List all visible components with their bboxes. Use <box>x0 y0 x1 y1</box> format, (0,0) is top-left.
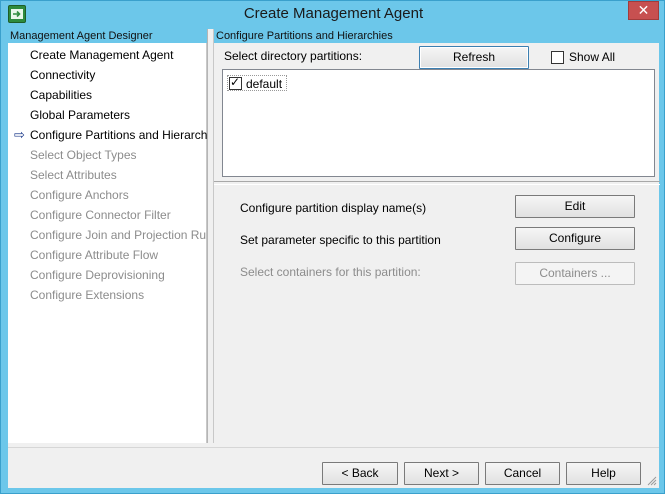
resize-grip-icon[interactable] <box>647 476 657 486</box>
step-item-label: Configure Partitions and Hierarchies <box>30 128 223 142</box>
show-all-checkbox[interactable] <box>551 51 564 64</box>
step-item-label: Configure Join and Projection Rules <box>30 228 222 242</box>
content-panel: Configure Partitions and Hierarchies Sel… <box>213 29 660 443</box>
dialog-window: Create Management Agent ✕ Management Age… <box>0 0 665 494</box>
wizard-footer: < Back Next > Cancel Help <box>8 447 659 488</box>
step-item-label: Capabilities <box>30 88 93 102</box>
cancel-button[interactable]: Cancel <box>485 462 560 485</box>
display-name-label: Configure partition display name(s) <box>240 201 427 215</box>
select-partitions-label: Select directory partitions: <box>224 49 363 63</box>
current-step-arrow-icon: ⇨ <box>14 127 25 142</box>
step-item: Configure Join and Projection Rules <box>8 225 221 245</box>
checkmark-icon: ✓ <box>230 75 241 89</box>
window-title: Create Management Agent <box>243 5 424 22</box>
step-item-label: Select Object Types <box>30 148 137 162</box>
step-item-label: Configure Connector Filter <box>30 208 171 222</box>
section-separator <box>214 181 660 185</box>
step-item: Configure Anchors <box>8 185 207 205</box>
show-all-label[interactable]: Show All <box>569 50 615 64</box>
content-panel-header: Configure Partitions and Hierarchies <box>214 29 660 43</box>
partition-parameter-label: Set parameter specific to this partition <box>240 233 441 247</box>
containers-label: Select containers for this partition: <box>240 265 421 279</box>
partition-checkbox[interactable]: ✓ <box>229 75 242 90</box>
back-button[interactable]: < Back <box>322 462 398 485</box>
close-button[interactable]: ✕ <box>628 1 659 20</box>
partition-item[interactable]: ✓ default <box>227 75 288 91</box>
refresh-button[interactable]: Refresh <box>419 46 529 69</box>
partition-label: default <box>246 77 283 91</box>
step-item-label: Select Attributes <box>30 168 117 182</box>
step-item: Select Object Types <box>8 145 207 165</box>
partition-list[interactable]: ✓ default <box>222 69 655 177</box>
title-bar[interactable]: Create Management Agent ✕ <box>1 1 665 28</box>
next-button[interactable]: Next > <box>404 462 479 485</box>
edit-button[interactable]: Edit <box>515 195 635 218</box>
dialog-client-area: Management Agent Designer Create Managem… <box>8 29 660 488</box>
step-item-label: Configure Extensions <box>30 288 145 302</box>
step-item: Select Attributes <box>8 165 207 185</box>
step-item[interactable]: Create Management Agent <box>8 45 207 65</box>
step-item-label: Connectivity <box>30 68 96 82</box>
step-item[interactable]: Global Parameters <box>8 105 207 125</box>
configure-button[interactable]: Configure <box>515 227 635 250</box>
step-item[interactable]: Connectivity <box>8 65 207 85</box>
step-item: Configure Attribute Flow <box>8 245 207 265</box>
step-item-label: Configure Anchors <box>30 188 129 202</box>
step-item-label: Configure Attribute Flow <box>30 248 159 262</box>
help-button[interactable]: Help <box>566 462 641 485</box>
step-item-label: Global Parameters <box>30 108 131 122</box>
step-item[interactable]: Capabilities <box>8 85 207 105</box>
step-item[interactable]: ⇨ Configure Partitions and Hierarchies <box>8 125 223 145</box>
step-list: Create Management Agent Connectivity Capab… <box>8 45 223 305</box>
step-item: Configure Deprovisioning <box>8 265 207 285</box>
step-item-label: Configure Deprovisioning <box>30 268 165 282</box>
step-item: Configure Connector Filter <box>8 205 207 225</box>
containers-button[interactable]: Containers ... <box>515 262 635 285</box>
navigation-panel: Management Agent Designer Create Managem… <box>8 29 223 443</box>
step-item-label: Create Management Agent <box>30 48 174 62</box>
navigation-panel-header: Management Agent Designer <box>8 29 207 43</box>
step-item: Configure Extensions <box>8 285 207 305</box>
